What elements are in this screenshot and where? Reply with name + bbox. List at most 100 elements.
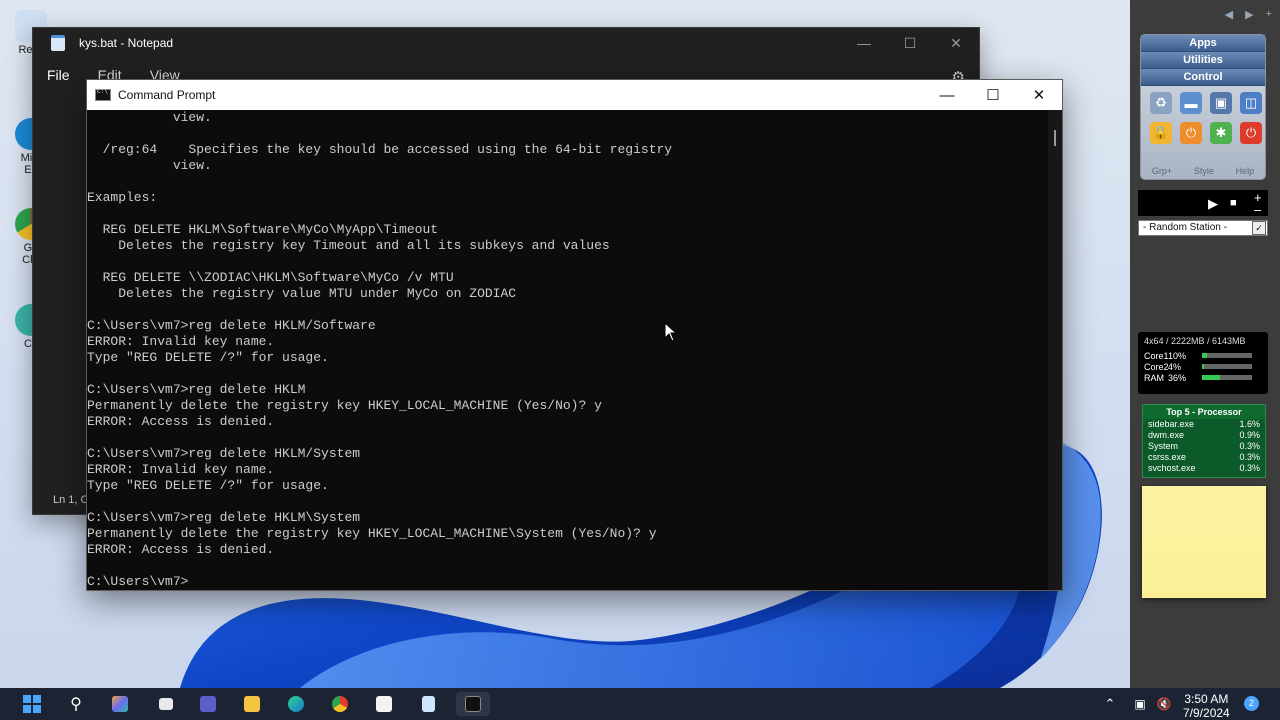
- cpu-row-value: 36%: [1168, 372, 1187, 383]
- notepad-taskbar-button[interactable]: [416, 692, 440, 716]
- list-item: csrss.exe 0.3%: [1143, 452, 1265, 463]
- cmd-maximize-button[interactable]: ☐: [970, 80, 1016, 110]
- process-name: svchost.exe: [1148, 463, 1196, 473]
- menu-file[interactable]: File: [47, 67, 70, 83]
- sidebar-prev-icon[interactable]: ◀: [1225, 8, 1233, 21]
- list-item: dwm.exe 0.9%: [1143, 430, 1265, 441]
- sleep-icon[interactable]: ✱: [1210, 122, 1232, 144]
- process-name: sidebar.exe: [1148, 419, 1195, 429]
- notepad-close-button[interactable]: ✕: [933, 28, 979, 58]
- network-icon[interactable]: ▣: [1210, 92, 1232, 114]
- radio-display: ▶ ■ + –: [1138, 190, 1268, 217]
- chevron-up-icon: ⌃: [1104, 696, 1116, 711]
- clock-time: 3:50 AM: [1184, 692, 1229, 706]
- command-prompt-window[interactable]: Command Prompt — ☐ ✕ view. /reg:64 Speci…: [86, 79, 1063, 591]
- process-value: 0.9%: [1239, 430, 1260, 440]
- sidebar-next-icon[interactable]: ▶: [1245, 8, 1253, 21]
- start-icon: [23, 695, 41, 713]
- chevron-down-icon[interactable]: ✓: [1252, 221, 1266, 235]
- play-icon[interactable]: ▶: [1208, 196, 1218, 212]
- notepad-minimize-button[interactable]: —: [841, 28, 887, 58]
- cmd-minimize-button[interactable]: —: [924, 80, 970, 110]
- window-icon[interactable]: ◫: [1240, 92, 1262, 114]
- launcher-gadget: Apps Utilities Control ♻ ▬ ▣ ◫ 🔒 ⏻ ✱ ⏻ G…: [1140, 34, 1266, 180]
- sidebar-add-icon[interactable]: +: [1266, 8, 1272, 21]
- terminal-icon: [465, 696, 481, 712]
- cmd-scrollbar-thumb[interactable]: [1054, 130, 1056, 146]
- search-icon: ⚲: [70, 696, 82, 713]
- process-value: 1.6%: [1239, 419, 1260, 429]
- lock-icon[interactable]: 🔒: [1150, 122, 1172, 144]
- clock-date: 7/9/2024: [1183, 706, 1230, 720]
- stop-icon[interactable]: ■: [1230, 197, 1237, 209]
- search-button[interactable]: ⚲: [64, 692, 88, 716]
- terminal-taskbar-button[interactable]: [456, 692, 490, 716]
- cpu-row: RAM 36%: [1144, 372, 1262, 383]
- cpu-row-name: RAM: [1144, 372, 1164, 383]
- notepad-icon: [51, 35, 65, 51]
- volume-down-icon[interactable]: –: [1254, 202, 1261, 217]
- muted-speaker-icon: 🔇: [1156, 697, 1172, 711]
- taskbar-clock[interactable]: 3:50 AM 7/9/2024: [1183, 692, 1230, 720]
- cmd-scrollbar[interactable]: [1048, 110, 1062, 590]
- cmd-output-text: view. /reg:64 Specifies the key should b…: [87, 110, 673, 589]
- volume-button[interactable]: 🔇: [1152, 692, 1176, 716]
- cmd-title: Command Prompt: [118, 88, 216, 102]
- sticky-note-gadget[interactable]: [1142, 486, 1266, 598]
- drive-icon[interactable]: ▬: [1180, 92, 1202, 114]
- cpu-meter-header: 4x64 / 2222MB / 6143MB: [1144, 336, 1246, 346]
- launcher-footer: Grp+ Style Help: [1141, 166, 1265, 176]
- cpu-row: Core2 4%: [1144, 361, 1262, 372]
- gadget-sidebar: ◀ ▶ + Apps Utilities Control ♻ ▬ ▣ ◫ 🔒 ⏻…: [1130, 0, 1280, 688]
- task-view-icon: [159, 698, 173, 710]
- start-button[interactable]: [20, 692, 44, 716]
- launcher-help-button[interactable]: Help: [1236, 166, 1255, 176]
- store-icon: [376, 696, 392, 712]
- launcher-tab-control[interactable]: Control: [1141, 69, 1265, 86]
- power-icon[interactable]: ⏻: [1180, 122, 1202, 144]
- chrome-icon: [332, 696, 348, 712]
- launcher-tab-utilities[interactable]: Utilities: [1141, 52, 1265, 69]
- store-button[interactable]: [372, 692, 396, 716]
- recycle-bin-icon[interactable]: ♻: [1150, 92, 1172, 114]
- cmd-icon: [95, 88, 111, 101]
- mouse-pointer-icon: [664, 322, 678, 342]
- file-explorer-button[interactable]: [240, 692, 264, 716]
- launcher-style-button[interactable]: Style: [1194, 166, 1214, 176]
- task-view-button[interactable]: [154, 692, 178, 716]
- cpu-row-fill: [1202, 375, 1220, 380]
- launcher-grid: ♻ ▬ ▣ ◫ 🔒 ⏻ ✱ ⏻: [1141, 86, 1265, 144]
- launcher-tab-apps[interactable]: Apps: [1141, 35, 1265, 52]
- cpu-row-value: 4%: [1168, 361, 1182, 372]
- cmd-console[interactable]: view. /reg:64 Specifies the key should b…: [87, 110, 1049, 590]
- launcher-grp-button[interactable]: Grp+: [1152, 166, 1172, 176]
- notepad-titlebar[interactable]: kys.bat - Notepad: [33, 28, 979, 58]
- cpu-row-name: Core1: [1144, 350, 1169, 361]
- cpu-row-bar: [1202, 364, 1252, 369]
- show-hidden-icons-button[interactable]: ⌃: [1098, 692, 1122, 716]
- cpu-row-fill: [1202, 364, 1204, 369]
- cpu-row-bar: [1202, 353, 1252, 358]
- chrome-button[interactable]: [328, 692, 352, 716]
- teams-button[interactable]: [196, 692, 220, 716]
- cmd-close-button[interactable]: ✕: [1016, 80, 1062, 110]
- cpu-row-fill: [1202, 353, 1207, 358]
- notification-badge[interactable]: 2: [1244, 696, 1259, 711]
- cmd-titlebar[interactable]: Command Prompt: [87, 80, 1062, 110]
- notepad-icon: [421, 696, 435, 712]
- notepad-maximize-button[interactable]: ☐: [887, 28, 933, 58]
- list-item: sidebar.exe 1.6%: [1143, 419, 1265, 430]
- network-status-button[interactable]: ▣: [1128, 692, 1152, 716]
- copilot-button[interactable]: [108, 692, 132, 716]
- radio-station-select[interactable]: - Random Station - ✓: [1138, 220, 1268, 236]
- edge-button[interactable]: [284, 692, 308, 716]
- file-explorer-icon: [244, 696, 260, 712]
- top-processes-gadget: Top 5 - Processor sidebar.exe 1.6% dwm.ex…: [1142, 404, 1266, 478]
- teams-icon: [200, 696, 216, 712]
- list-item: svchost.exe 0.3%: [1143, 463, 1265, 474]
- process-name: csrss.exe: [1148, 452, 1187, 462]
- shutdown-icon[interactable]: ⏻: [1240, 122, 1262, 144]
- cpu-row-value: 10%: [1168, 350, 1187, 361]
- edge-icon: [288, 696, 304, 712]
- network-icon: ▣: [1134, 697, 1146, 711]
